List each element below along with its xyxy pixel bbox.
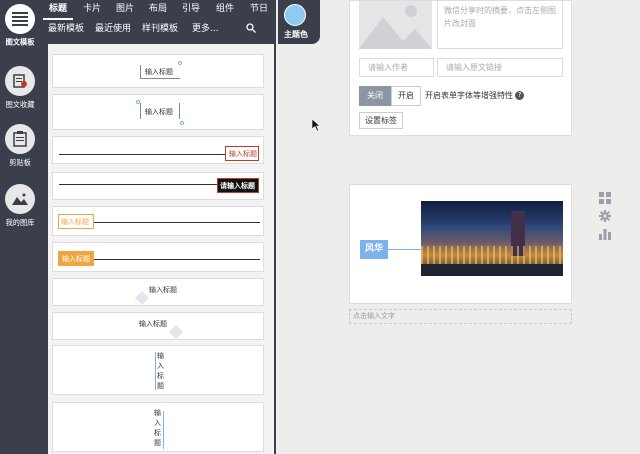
tab-card[interactable]: 卡片 (83, 2, 101, 16)
set-tags-button[interactable]: 设置标签 (359, 112, 403, 129)
menu-list-icon (5, 4, 35, 34)
image-placeholder-icon (359, 5, 432, 49)
template-card[interactable]: 输入标题 (52, 312, 264, 340)
mouse-cursor-icon (311, 118, 321, 134)
subtab-sample[interactable]: 样刊模板 (142, 22, 178, 36)
theme-color-button[interactable]: 主题色 (278, 0, 320, 44)
active-tab-indicator (43, 18, 73, 20)
template-card[interactable]: 输入标题 (52, 345, 264, 395)
template-title: 输入标题 (145, 108, 173, 116)
subtab-recent[interactable]: 最近使用 (95, 22, 131, 36)
enhance-off-button[interactable]: 关闭 (359, 86, 391, 106)
template-title: 输入标题 (139, 320, 167, 328)
tab-component[interactable]: 组件 (216, 2, 234, 16)
decoration-shape (134, 290, 150, 306)
sidebar-item-templates[interactable]: 图文模板 (0, 4, 40, 48)
enhance-label: 开启表单字体等增强特性? (425, 86, 524, 106)
corner-dot (180, 121, 184, 125)
template-card[interactable]: 输入标题 (52, 54, 264, 88)
title-line (94, 259, 260, 260)
theme-color-label: 主题色 (284, 30, 308, 39)
title-line (59, 184, 219, 185)
template-title: 请输入标题 (220, 182, 255, 190)
template-title: 输入标题 (61, 218, 89, 226)
enhance-on-button[interactable]: 开启 (391, 86, 421, 106)
title-line (94, 222, 260, 223)
source-link-input[interactable]: 请输入原文链接 (437, 58, 563, 77)
template-card[interactable]: 输入标题 (52, 136, 264, 164)
template-title: 输入标题 (149, 286, 177, 294)
template-card[interactable]: 输入标题 (52, 206, 264, 236)
title-line (59, 154, 227, 155)
sidebar-item-label: 图文模板 (5, 38, 35, 47)
collection-icon (5, 66, 35, 96)
subtab-latest[interactable]: 最新模板 (48, 22, 84, 36)
photo-lights (421, 246, 563, 266)
article-meta-card: 微信分享时的摘要，点击左侧图片改封面 请输入作者 请输入原文链接 关闭 开启 开… (349, 0, 572, 136)
caption-input[interactable]: 点击输入文字 (349, 309, 572, 324)
template-card[interactable]: 输入标题 (52, 242, 264, 272)
help-icon[interactable]: ? (515, 91, 524, 100)
template-panel: 输入标题 输入标题 输入标题 请输入标题 输入标题 输入标题 输入标题 输入标题… (40, 44, 276, 454)
summary-textarea[interactable]: 微信分享时的摘要，点击左侧图片改封面 (437, 1, 563, 49)
subcategory-tabs: 最新模板 最近使用 样刊模板 更多... (40, 22, 276, 38)
sidebar-item-label: 我的图库 (5, 218, 35, 227)
tab-festival[interactable]: 节日 (250, 2, 268, 16)
block-toolbar (599, 192, 613, 246)
template-card[interactable]: 输入标题 (52, 94, 264, 130)
category-tabs: 标题 卡片 图片 布局 引导 组件 节日 (40, 2, 276, 20)
tab-image[interactable]: 图片 (116, 2, 134, 16)
left-rail: 图文模板 图文收藏 剪贴板 我的图库 (0, 0, 40, 454)
gear-icon[interactable] (599, 210, 613, 228)
photo-sky (421, 201, 563, 225)
corner-dot (178, 61, 182, 65)
search-icon[interactable] (246, 23, 256, 36)
subtab-more[interactable]: 更多... (192, 22, 219, 36)
template-title: 输入标题 (229, 150, 257, 158)
sidebar-item-label: 图文收藏 (5, 100, 35, 109)
content-block[interactable]: 风华 (349, 184, 572, 304)
grid-icon[interactable] (599, 192, 613, 210)
template-card[interactable]: 输入标题 (52, 402, 264, 452)
tab-guide[interactable]: 引导 (182, 2, 200, 16)
theme-color-swatch (284, 4, 306, 26)
template-title: 输入标题 (62, 255, 90, 263)
gallery-icon (5, 184, 35, 214)
bar-chart-icon[interactable] (599, 228, 613, 246)
template-list[interactable]: 输入标题 输入标题 输入标题 请输入标题 输入标题 输入标题 输入标题 输入标题… (48, 44, 274, 454)
tab-layout[interactable]: 布局 (149, 2, 167, 16)
label-connector-line (388, 249, 421, 250)
vertical-line (155, 352, 156, 390)
template-tabs-bar: 标题 卡片 图片 布局 引导 组件 节日 最新模板 最近使用 样刊模板 更多..… (40, 0, 276, 44)
enhance-label-text: 开启表单字体等增强特性 (425, 91, 513, 100)
sidebar-item-gallery[interactable]: 我的图库 (0, 184, 40, 228)
sidebar-item-label: 剪贴板 (9, 158, 31, 167)
vertical-line (163, 411, 164, 449)
template-title: 输入标题 (145, 68, 173, 76)
author-input[interactable]: 请输入作者 (359, 58, 434, 77)
template-card[interactable]: 输入标题 (52, 278, 264, 306)
photo-water (421, 264, 563, 276)
sidebar-item-collection[interactable]: 图文收藏 (0, 66, 40, 110)
template-card[interactable]: 请输入标题 (52, 172, 264, 200)
city-night-photo[interactable] (421, 201, 563, 276)
sidebar-item-clipboard[interactable]: 剪贴板 (0, 124, 40, 168)
corner-dot (136, 100, 140, 104)
clipboard-icon (5, 124, 35, 154)
block-title-label[interactable]: 风华 (360, 240, 388, 259)
tab-title[interactable]: 标题 (49, 2, 67, 16)
template-title: 输入标题 (154, 409, 161, 447)
decoration-shape (168, 324, 184, 340)
cover-image-placeholder[interactable] (359, 1, 432, 49)
template-title: 输入标题 (157, 352, 164, 390)
